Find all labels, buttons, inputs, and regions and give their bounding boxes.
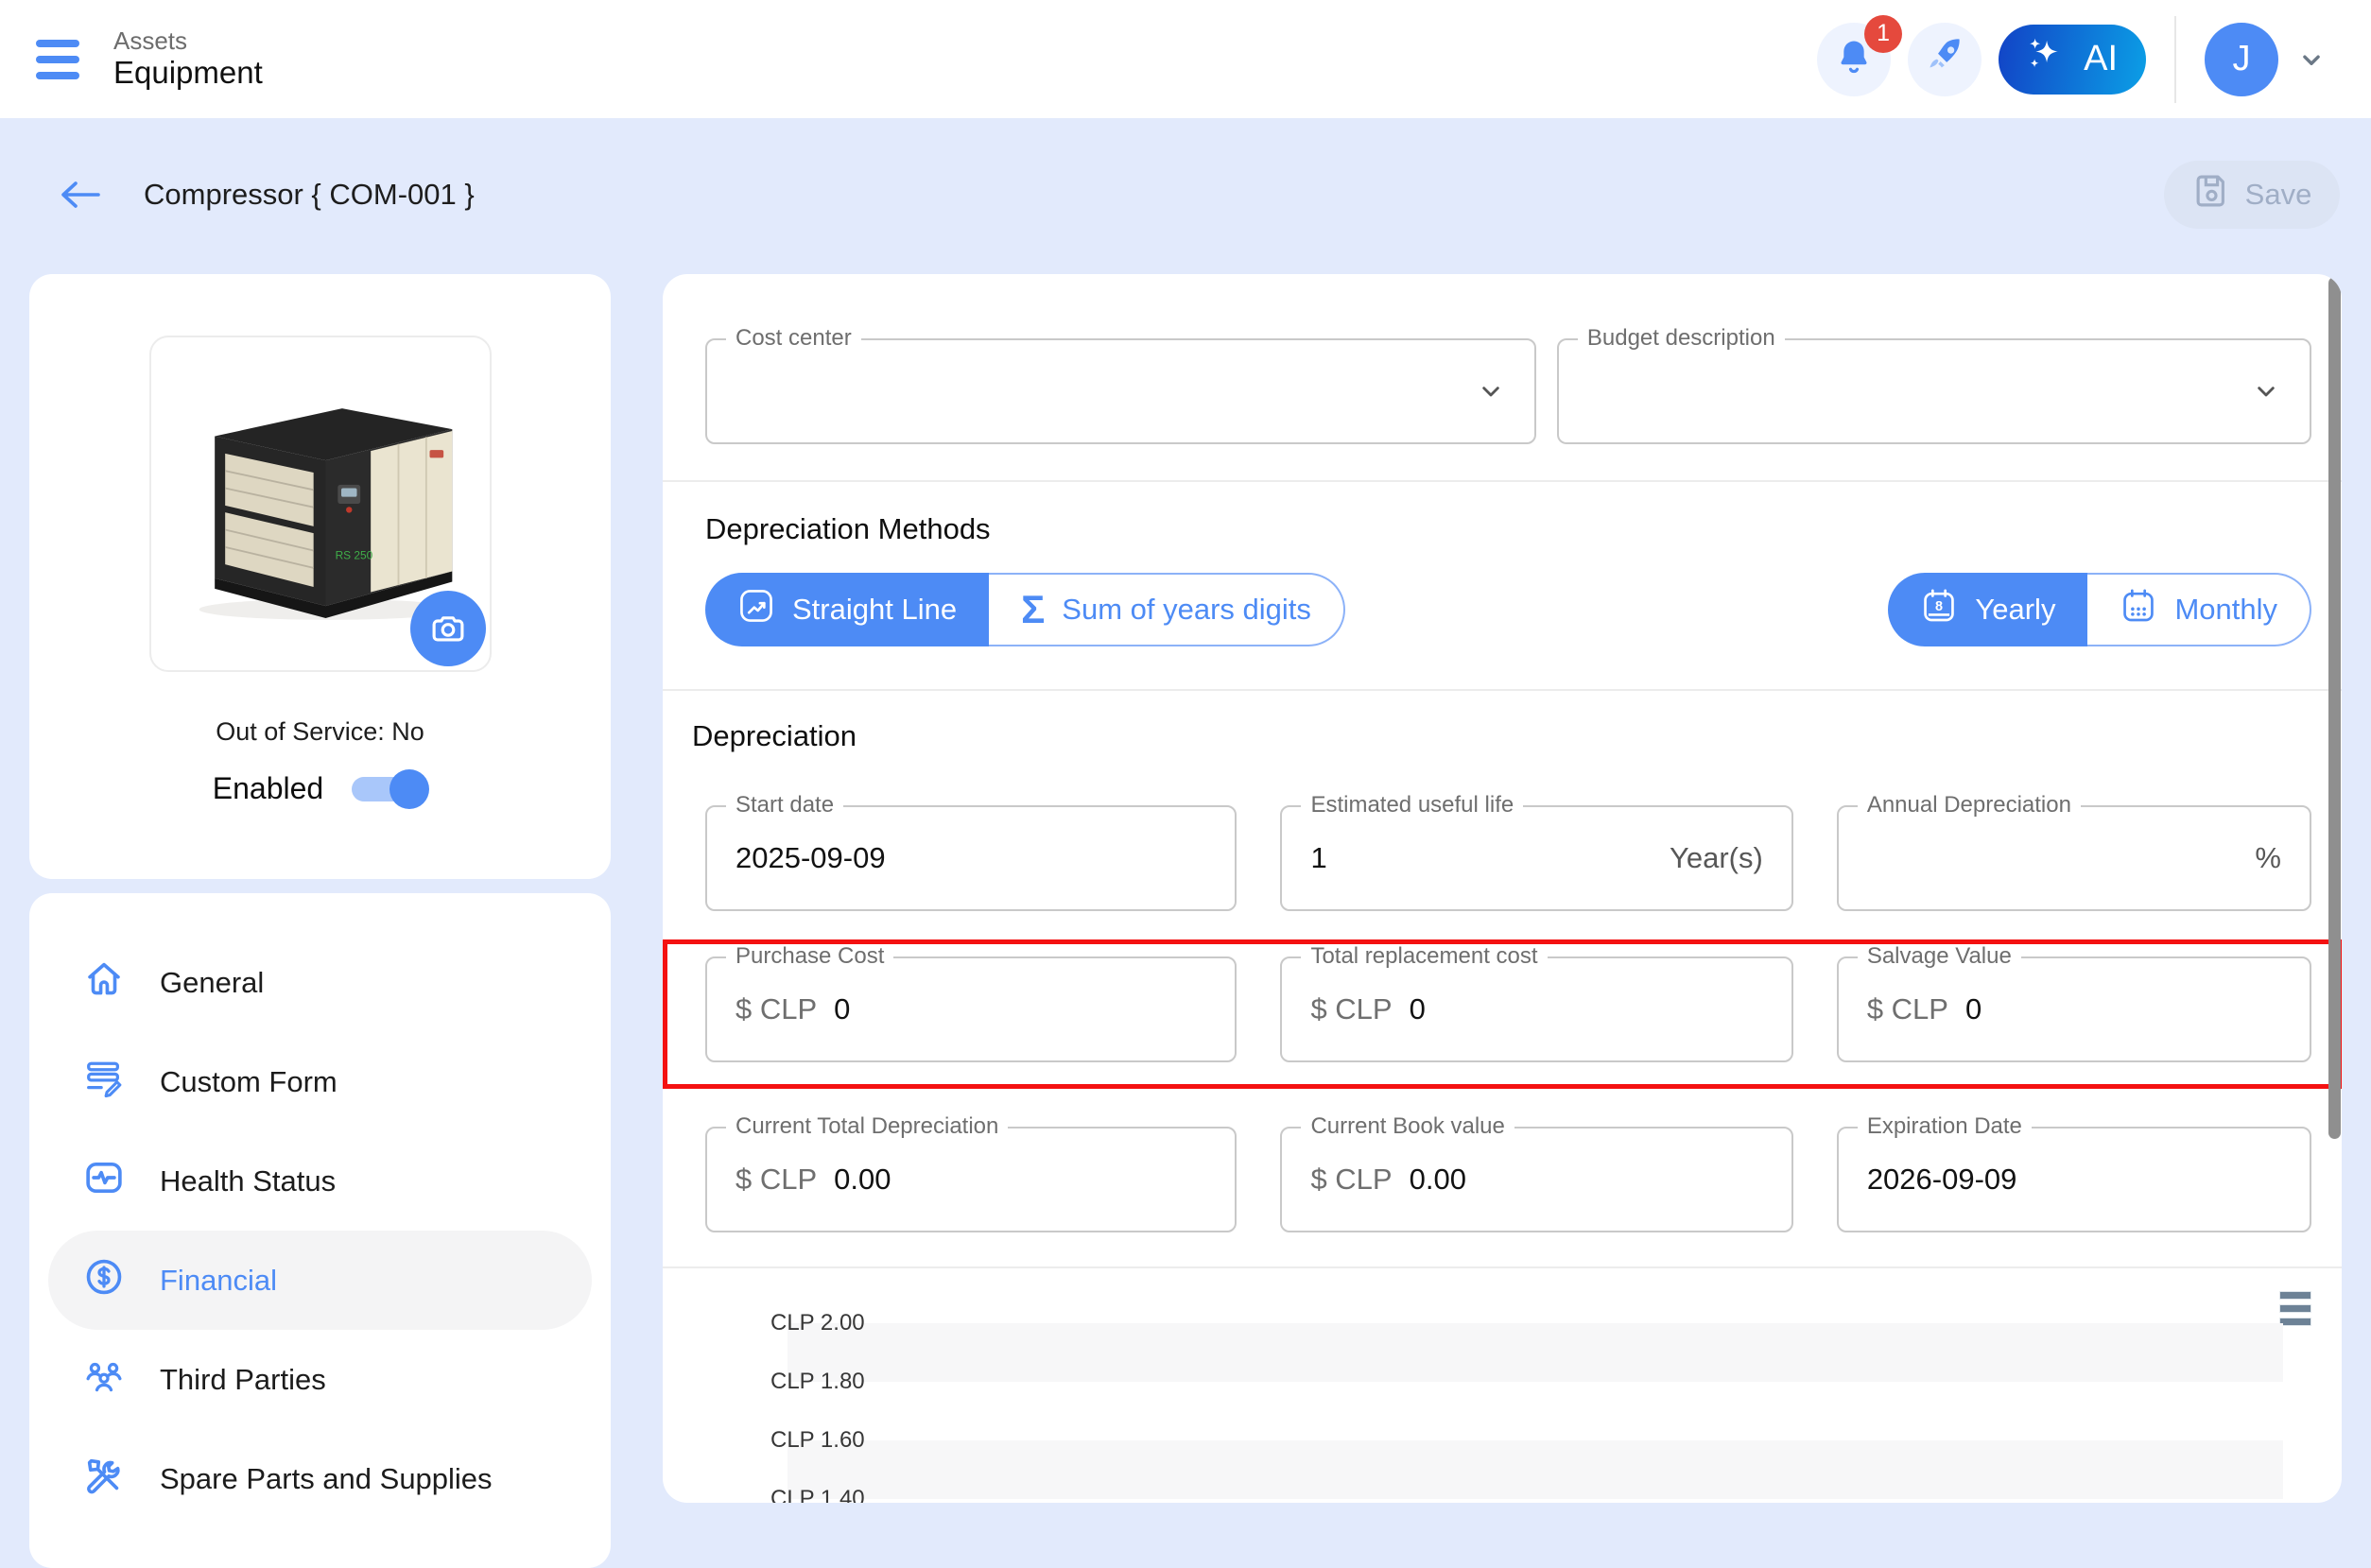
budget-description-select[interactable]: Budget description	[1556, 325, 2311, 444]
section-nav: General Custom Form Health Status Financ…	[29, 893, 611, 1568]
chart-axis-tick: CLP 1.80	[770, 1369, 865, 1394]
people-icon	[82, 1354, 126, 1405]
ai-button-label: AI	[2084, 39, 2118, 78]
chart-band	[787, 1440, 2283, 1499]
save-button-label: Save	[2244, 178, 2312, 211]
rocket-icon	[1924, 36, 1965, 82]
period-yearly-button[interactable]: 8 Yearly	[1888, 573, 2088, 646]
enabled-toggle[interactable]	[352, 768, 430, 809]
notification-badge: 1	[1864, 14, 1903, 53]
dollar-icon	[82, 1255, 126, 1306]
field-expiration-date[interactable]: Expiration Date 2026-09-09	[1836, 1113, 2311, 1232]
sidebar-item-label: Spare Parts and Supplies	[160, 1461, 493, 1495]
sidebar-item-general[interactable]: General	[48, 933, 592, 1032]
ai-assistant-button[interactable]: AI	[1999, 24, 2146, 95]
depreciation-heading: Depreciation	[692, 719, 857, 752]
calendar-8-icon: 8	[1920, 587, 1958, 632]
sigma-icon: Σ	[1021, 587, 1046, 631]
sidebar-item-label: Custom Form	[160, 1064, 337, 1098]
sidebar-item-label: Third Parties	[160, 1362, 326, 1396]
top-bar: Assets Equipment 1 AI J	[0, 0, 2371, 118]
divider	[663, 689, 2342, 691]
chart-band	[787, 1323, 2283, 1382]
depreciation-chart: CLP 2.00 CLP 1.80 CLP 1.60 CLP 1.40	[705, 1280, 2311, 1503]
svg-text:RS 250: RS 250	[335, 549, 372, 562]
launcher-button[interactable]	[1908, 22, 1982, 96]
field-estimated-useful-life[interactable]: Estimated useful life 1 Year(s)	[1280, 792, 1793, 911]
field-salvage-value[interactable]: Salvage Value $ CLP 0	[1836, 943, 2311, 1062]
period-segmented-control: 8 Yearly Monthly	[1888, 573, 2311, 646]
chart-axis-tick: CLP 2.00	[770, 1310, 865, 1335]
account-chevron-down-icon[interactable]	[2295, 43, 2328, 76]
field-total-replacement-cost[interactable]: Total replacement cost $ CLP 0	[1280, 943, 1793, 1062]
field-annual-depreciation[interactable]: Annual Depreciation %	[1836, 792, 2311, 911]
avatar[interactable]: J	[2205, 22, 2278, 96]
panel-scrollbar[interactable]	[2328, 277, 2341, 1139]
change-photo-button[interactable]	[409, 591, 486, 666]
sidebar-item-custom-form[interactable]: Custom Form	[48, 1032, 592, 1131]
method-straight-line-button[interactable]: Straight Line	[705, 573, 990, 646]
form-icon	[82, 1057, 126, 1108]
sidebar-item-label: Financial	[160, 1263, 278, 1297]
menu-hamburger-icon[interactable]	[36, 39, 79, 79]
chart-menu-icon[interactable]	[2279, 1291, 2311, 1326]
calendar-dots-icon	[2120, 587, 2157, 632]
chart-axis-tick: CLP 1.60	[770, 1427, 865, 1453]
page-head: Compressor { COM-001 } Save	[0, 118, 2371, 233]
depreciation-methods-heading: Depreciation Methods	[705, 512, 991, 545]
svg-text:8: 8	[1935, 599, 1943, 614]
sidebar-item-label: General	[160, 965, 265, 999]
page-title: Compressor { COM-001 }	[144, 178, 475, 211]
asset-status-card: RS 250 Out of Service: No Enabled	[29, 274, 611, 879]
field-current-book-value[interactable]: Current Book value $ CLP 0.00	[1280, 1113, 1793, 1232]
field-label: Cost center	[726, 325, 861, 352]
financial-panel: Cost center Budget description Depreciat…	[663, 274, 2342, 1503]
field-start-date[interactable]: Start date 2025-09-09	[705, 792, 1237, 911]
app-title: Assets Equipment	[113, 26, 263, 92]
trend-chart-icon	[737, 587, 775, 632]
back-arrow-icon[interactable]	[59, 179, 100, 211]
enabled-label: Enabled	[212, 771, 324, 805]
cost-center-select[interactable]: Cost center	[705, 325, 1536, 444]
notifications-button[interactable]: 1	[1817, 14, 1903, 96]
field-label: Budget description	[1577, 325, 1785, 352]
sidebar-item-health-status[interactable]: Health Status	[48, 1131, 592, 1231]
save-button[interactable]: Save	[2164, 161, 2340, 229]
health-icon	[82, 1156, 126, 1207]
out-of-service-status: Out of Service: No	[216, 717, 424, 746]
chevron-down-icon	[1476, 376, 1506, 406]
field-current-total-depreciation[interactable]: Current Total Depreciation $ CLP 0.00	[705, 1113, 1237, 1232]
sidebar-item-financial[interactable]: Financial	[48, 1231, 592, 1330]
home-icon	[82, 957, 126, 1008]
period-monthly-button[interactable]: Monthly	[2087, 573, 2311, 646]
left-column: RS 250 Out of Service: No Enabled Genera…	[29, 274, 611, 1568]
method-segmented-control: Straight Line Σ Sum of years digits	[705, 573, 1345, 646]
chart-axis-tick: CLP 1.40	[770, 1486, 865, 1503]
tools-icon	[82, 1454, 126, 1505]
chevron-down-icon	[2251, 376, 2281, 406]
sidebar-item-label: Health Status	[160, 1163, 337, 1198]
sidebar-item-spare-parts[interactable]: Spare Parts and Supplies	[48, 1429, 592, 1528]
sparkles-icon	[2021, 30, 2070, 89]
field-purchase-cost[interactable]: Purchase Cost $ CLP 0	[705, 943, 1237, 1062]
app-section-label: Assets	[113, 26, 188, 55]
floppy-disk-icon	[2192, 171, 2232, 218]
sidebar-item-third-parties[interactable]: Third Parties	[48, 1330, 592, 1429]
divider	[663, 480, 2342, 482]
camera-icon	[428, 608, 468, 650]
app-page-label: Equipment	[113, 55, 263, 91]
asset-photo: RS 250	[148, 336, 492, 672]
method-sum-of-years-button[interactable]: Σ Sum of years digits	[989, 573, 1345, 646]
header-divider	[2174, 15, 2176, 103]
divider	[663, 1266, 2342, 1268]
